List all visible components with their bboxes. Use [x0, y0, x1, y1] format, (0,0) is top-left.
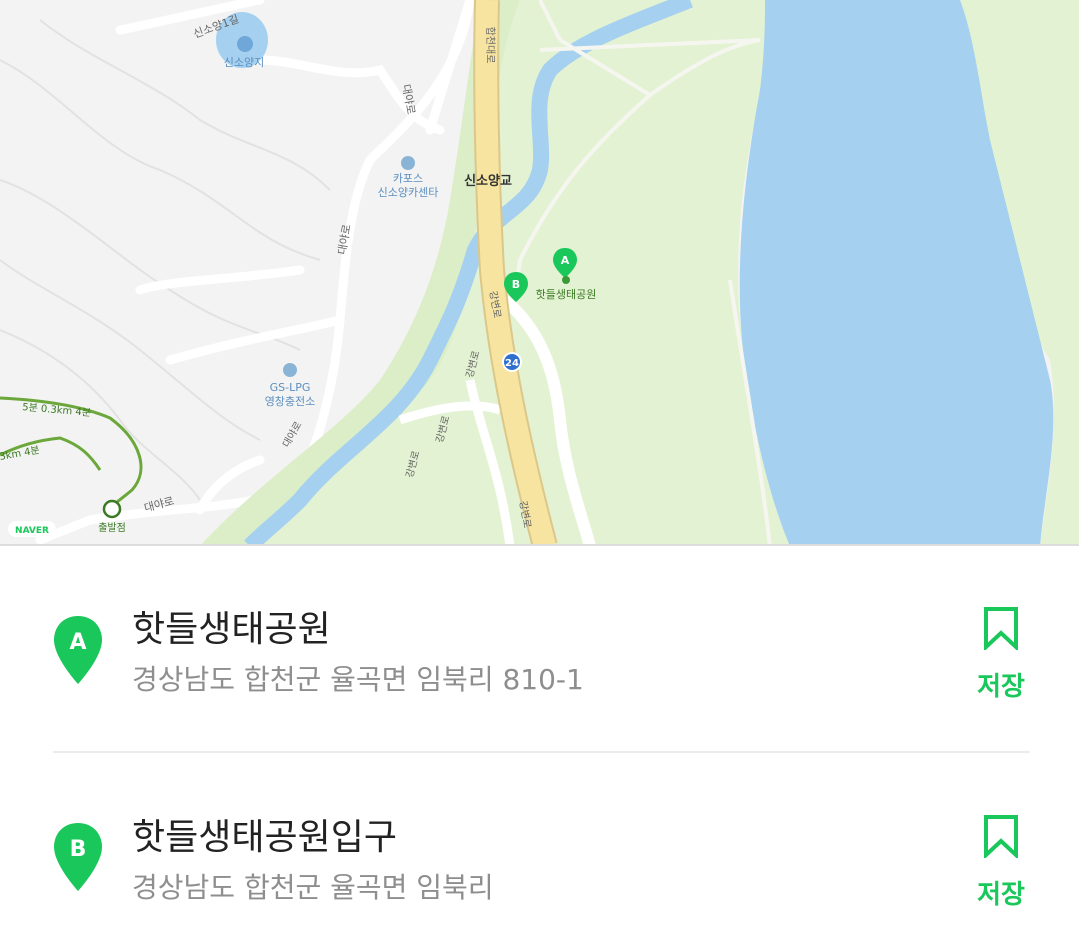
marker-b-letter: B — [512, 278, 520, 291]
gas-brand-label: GS-LPG — [270, 381, 311, 394]
save-button[interactable]: 저장 — [968, 814, 1034, 914]
save-label: 저장 — [977, 672, 1025, 702]
bookmark-icon — [984, 607, 1018, 650]
marker-a-letter: A — [561, 254, 570, 267]
reservoir-label: 신소양지 — [224, 56, 264, 69]
marker-b-icon-letter: B — [70, 837, 87, 862]
bookmark-icon — [984, 815, 1018, 858]
marker-a-icon-letter: A — [69, 630, 86, 655]
start-point-icon — [102, 499, 122, 519]
save-button[interactable]: 저장 — [968, 606, 1034, 706]
marker-b-icon: B — [54, 823, 102, 891]
map-canvas[interactable]: 24 신소양1길 신소양지 대야로 카포스 신소양카센타 신소양교 합천대로 대… — [0, 0, 1079, 546]
divider — [53, 751, 1030, 753]
route-24-label: 24 — [505, 358, 519, 369]
park-poi-label: 핫들생태공원 — [536, 288, 597, 301]
gas-station-label: 영창충전소 — [265, 395, 316, 408]
start-label: 출발점 — [98, 522, 126, 534]
carcenter-label: 신소양카센타 — [378, 186, 439, 199]
place-name[interactable]: 핫들생태공원입구 — [132, 808, 397, 860]
map-view[interactable]: 24 신소양1길 신소양지 대야로 카포스 신소양카센타 신소양교 합천대로 대… — [0, 0, 1079, 546]
carcenter-icon — [401, 156, 415, 170]
carpos-label: 카포스 — [393, 172, 423, 185]
reservoir-icon — [237, 36, 253, 52]
place-address: 경상남도 합천군 율곡면 임북리 810-1 — [132, 663, 584, 696]
place-list: A 핫들생태공원 경상남도 합천군 율곡면 임북리 810-1 저장 B 핫들생… — [0, 546, 1079, 944]
naver-logo-text: NAVER — [15, 526, 49, 536]
bridge-label: 신소양교 — [464, 174, 512, 189]
list-item[interactable]: A 핫들생태공원 경상남도 합천군 율곡면 임북리 810-1 저장 — [0, 586, 1079, 736]
marker-a-icon: A — [54, 616, 102, 684]
place-name[interactable]: 핫들생태공원 — [132, 600, 331, 652]
place-address: 경상남도 합천군 율곡면 임북리 — [132, 871, 494, 904]
save-label: 저장 — [977, 880, 1025, 910]
highway-label: 합천대로 — [484, 27, 496, 64]
gas-station-icon — [283, 363, 297, 377]
list-item[interactable]: B 핫들생태공원입구 경상남도 합천군 율곡면 임북리 저장 — [0, 794, 1079, 944]
